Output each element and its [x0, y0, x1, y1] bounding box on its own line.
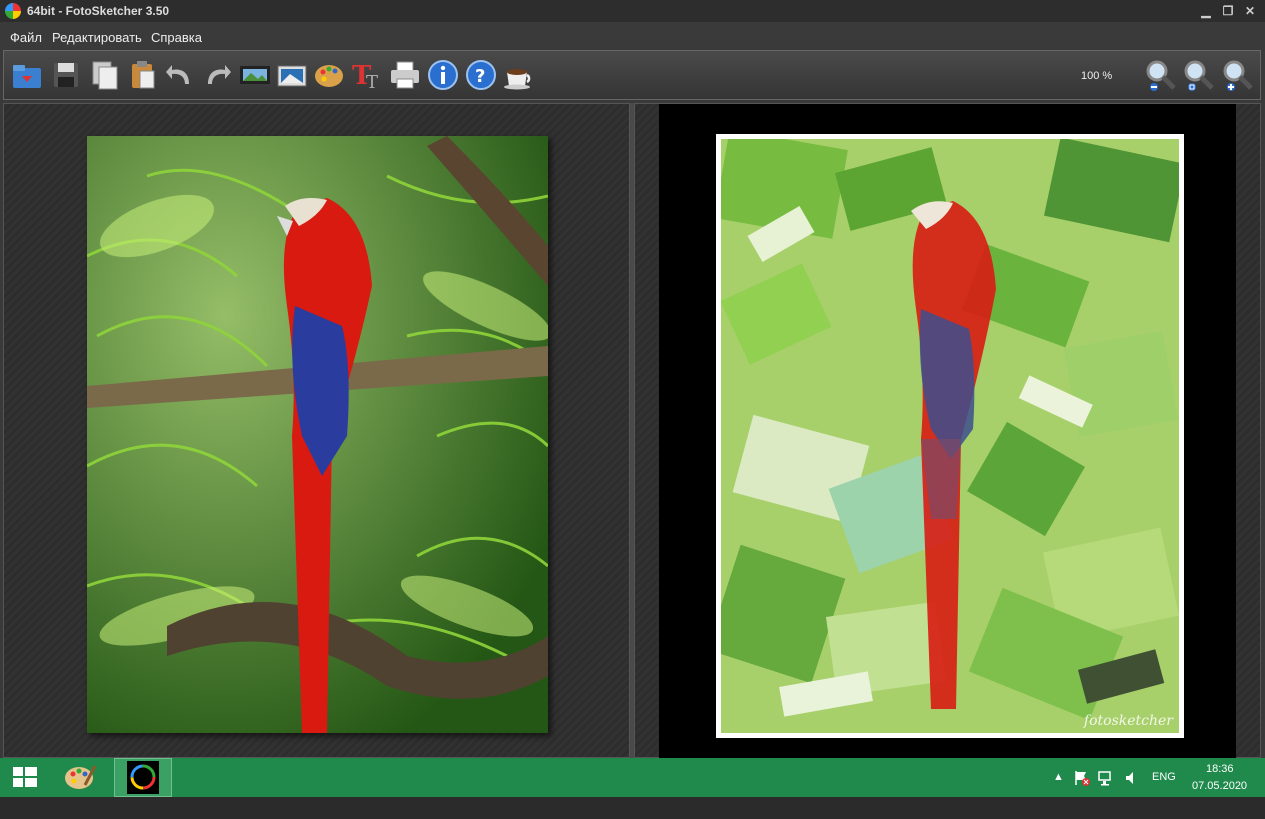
app-logo-icon — [5, 3, 21, 19]
zoom-level: 100 % — [1081, 70, 1113, 82]
result-image-pane[interactable]: fotosketcher — [634, 103, 1261, 759]
action-center-flag-icon[interactable] — [1073, 769, 1091, 787]
title-bar: 64bit - FotoSketcher 3.50 ▁ ❐ ✕ — [0, 0, 1265, 22]
taskbar-paint-app[interactable] — [55, 758, 105, 797]
windows-logo-icon — [13, 767, 37, 787]
app-window: 64bit - FotoSketcher 3.50 ▁ ❐ ✕ Файл Ред… — [0, 0, 1265, 759]
image-icon[interactable] — [275, 58, 309, 92]
taskbar: ▲ ENG 18:36 07.05.2020 — [0, 758, 1265, 797]
volume-icon[interactable] — [1123, 769, 1139, 787]
palette-icon[interactable] — [313, 58, 347, 92]
zoom-fit-icon[interactable] — [1182, 58, 1216, 92]
redo-icon[interactable] — [200, 58, 234, 92]
taskbar-fotosketcher[interactable] — [114, 758, 172, 797]
open-folder-icon[interactable] — [10, 58, 44, 92]
menu-bar: Файл Редактировать Справка — [0, 27, 1265, 47]
result-frame: fotosketcher — [716, 134, 1184, 738]
tray-overflow-chevron-icon[interactable]: ▲ — [1053, 771, 1064, 810]
svg-text:?: ? — [475, 66, 485, 87]
undo-icon[interactable] — [163, 58, 197, 92]
info-icon[interactable] — [426, 58, 460, 92]
paste-icon[interactable] — [126, 58, 160, 92]
menu-help[interactable]: Справка — [151, 30, 202, 45]
print-icon[interactable] — [388, 58, 422, 92]
paint-palette-icon — [65, 765, 97, 789]
painted-result-image: fotosketcher — [721, 139, 1179, 733]
svg-text:T: T — [366, 72, 378, 92]
start-button[interactable] — [0, 758, 50, 797]
close-button[interactable]: ✕ — [1240, 2, 1260, 20]
menu-edit[interactable]: Редактировать — [52, 30, 142, 45]
network-icon[interactable] — [1097, 769, 1115, 787]
zoom-in-icon[interactable] — [1221, 58, 1255, 92]
save-icon[interactable] — [49, 58, 83, 92]
original-photo — [87, 136, 548, 733]
toolbar: TT ? 100 % — [3, 50, 1261, 100]
maximize-button[interactable]: ❐ — [1218, 2, 1238, 20]
clock-date[interactable]: 07.05.2020 — [1192, 780, 1247, 819]
text-tool-icon[interactable]: TT — [350, 58, 384, 93]
help-icon[interactable]: ? — [464, 58, 498, 92]
window-title: 64bit - FotoSketcher 3.50 — [27, 4, 170, 18]
menu-file[interactable]: Файл — [10, 30, 42, 45]
watermark: fotosketcher — [1083, 713, 1173, 729]
coffee-cup-icon[interactable] — [502, 58, 536, 92]
zoom-out-icon[interactable] — [1144, 58, 1178, 92]
filmstrip-icon[interactable] — [238, 58, 272, 92]
copy-icon[interactable] — [88, 58, 122, 92]
fotosketcher-app-icon — [127, 761, 159, 794]
original-image-pane[interactable] — [3, 103, 630, 758]
language-indicator[interactable]: ENG — [1152, 771, 1176, 810]
minimize-button[interactable]: ▁ — [1196, 2, 1216, 20]
